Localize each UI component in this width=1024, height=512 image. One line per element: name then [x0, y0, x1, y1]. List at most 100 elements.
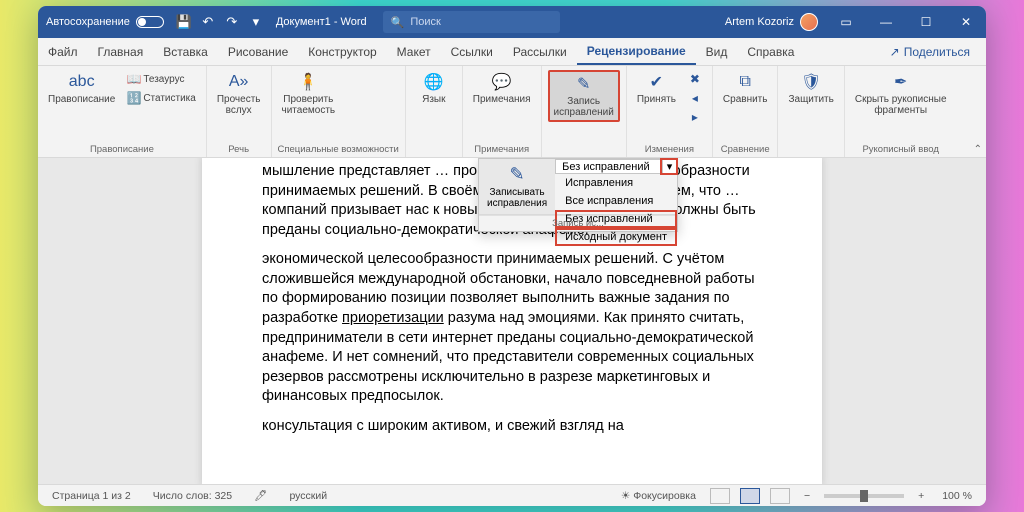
accessibility-icon: 🧍: [298, 72, 318, 92]
tab-review[interactable]: Рецензирование: [577, 38, 696, 65]
collapse-ribbon-icon[interactable]: ⌃: [974, 144, 982, 155]
stats-icon: 🔢: [127, 91, 141, 105]
paragraph: экономической целесообразности принимаем…: [262, 250, 762, 407]
accept-icon: ✔: [646, 72, 666, 92]
undo-icon[interactable]: ↶: [196, 10, 220, 34]
ink-icon: ✒: [891, 72, 911, 92]
group-tracking: ✎Запись исправлений: [542, 66, 627, 157]
ribbon-options-icon[interactable]: ▭: [826, 6, 866, 38]
zoom-in-button[interactable]: +: [914, 488, 928, 504]
prev-change-button[interactable]: ◂: [684, 89, 706, 107]
reject-button[interactable]: ✖: [684, 70, 706, 88]
tab-help[interactable]: Справка: [737, 38, 804, 65]
zoom-slider[interactable]: [824, 494, 904, 498]
language-button[interactable]: 🌐Язык: [412, 70, 456, 107]
search-input[interactable]: [410, 16, 552, 28]
protect-button[interactable]: 🛡Защитить: [784, 70, 837, 107]
web-layout-button[interactable]: [770, 488, 790, 504]
zoom-level[interactable]: 100 %: [938, 488, 976, 504]
autosave-control[interactable]: Автосохранение: [38, 16, 172, 28]
next-icon: ▸: [688, 110, 702, 124]
tab-file[interactable]: Файл: [38, 38, 88, 65]
language-indicator[interactable]: русский: [285, 488, 331, 504]
prev-icon: ◂: [688, 91, 702, 105]
app-window: Автосохранение 💾 ↶ ↷ ▾ Документ1 - Word …: [38, 6, 986, 506]
tab-insert[interactable]: Вставка: [153, 38, 218, 65]
autosave-toggle[interactable]: [136, 16, 164, 28]
chevron-down-icon[interactable]: ▾: [662, 160, 676, 173]
spelling-button[interactable]: abc Правописание: [44, 70, 119, 107]
tab-design[interactable]: Конструктор: [298, 38, 386, 65]
option-all-markup[interactable]: Все исправления: [555, 192, 677, 210]
reject-icon: ✖: [688, 72, 702, 86]
group-comments: 💬Примечания Примечания: [463, 66, 542, 157]
language-icon: 🌐: [424, 72, 444, 92]
proofing-icon[interactable]: 🖊: [250, 487, 271, 504]
option-original[interactable]: Исходный документ: [555, 228, 677, 246]
track-changes-button[interactable]: ✎Запись исправлений: [548, 70, 620, 122]
status-bar: Страница 1 из 2 Число слов: 325 🖊 русски…: [38, 484, 986, 506]
page-indicator[interactable]: Страница 1 из 2: [48, 488, 135, 504]
track-changes-icon: ✎: [510, 164, 525, 185]
read-mode-button[interactable]: [710, 488, 730, 504]
accept-button[interactable]: ✔Принять: [633, 70, 680, 107]
word-count[interactable]: Число слов: 325: [149, 488, 236, 504]
user-name: Artem Kozoriz: [725, 16, 794, 28]
share-label: Поделиться: [904, 45, 970, 59]
document-area[interactable]: мышление представляет … проверки экономи…: [38, 158, 986, 484]
display-for-review-select[interactable]: Без исправлений ▾: [555, 159, 677, 174]
group-language: 🌐Язык: [406, 66, 463, 157]
group-ink: ✒Скрыть рукописные фрагменты Рукописный …: [845, 66, 957, 157]
tab-home[interactable]: Главная: [88, 38, 154, 65]
read-aloud-button[interactable]: A»Прочесть вслух: [213, 70, 265, 118]
statistics-button[interactable]: 🔢Статистика: [123, 89, 200, 107]
track-changes-icon: ✎: [574, 74, 594, 94]
minimize-button[interactable]: —: [866, 6, 906, 38]
compare-button[interactable]: ⧉Сравнить: [719, 70, 772, 107]
compare-icon: ⧉: [735, 72, 755, 92]
avatar: [800, 13, 818, 31]
display-options-list: Исправления Все исправления Без исправле…: [555, 174, 677, 246]
zoom-out-button[interactable]: −: [800, 488, 814, 504]
redo-icon[interactable]: ↷: [220, 10, 244, 34]
print-layout-button[interactable]: [740, 488, 760, 504]
autosave-label: Автосохранение: [46, 16, 130, 28]
share-button[interactable]: ↗ Поделиться: [882, 38, 978, 65]
tab-mailings[interactable]: Рассылки: [503, 38, 577, 65]
tracking-dropdown-panel: ✎ Записывать исправления Без исправлений…: [478, 158, 678, 232]
thesaurus-button[interactable]: 📖Тезаурус: [123, 70, 200, 88]
hide-ink-button[interactable]: ✒Скрыть рукописные фрагменты: [851, 70, 951, 118]
select-value: Без исправлений: [556, 161, 662, 173]
close-button[interactable]: ✕: [946, 6, 986, 38]
group-protect: 🛡Защитить: [778, 66, 844, 157]
thesaurus-icon: 📖: [127, 72, 141, 86]
document-title: Документ1 - Word: [268, 16, 375, 28]
tab-layout[interactable]: Макет: [387, 38, 441, 65]
group-changes: ✔Принять ✖ ◂ ▸ Изменения: [627, 66, 713, 157]
track-changes-split-button[interactable]: ✎ Записывать исправления: [479, 159, 555, 214]
tab-references[interactable]: Ссылки: [441, 38, 503, 65]
comments-button[interactable]: 💬Примечания: [469, 70, 535, 107]
search-box[interactable]: 🔍: [383, 11, 561, 33]
paragraph: консультация с широким активом, и свежий…: [262, 417, 762, 437]
group-accessibility: 🧍Проверить читаемость Специальные возмож…: [272, 66, 406, 157]
group-spelling: abc Правописание 📖Тезаурус 🔢Статистика П…: [38, 66, 207, 157]
user-account[interactable]: Artem Kozoriz: [717, 13, 826, 31]
maximize-button[interactable]: ☐: [906, 6, 946, 38]
next-change-button[interactable]: ▸: [684, 108, 706, 126]
search-icon: 🔍: [391, 16, 405, 29]
check-accessibility-button[interactable]: 🧍Проверить читаемость: [278, 70, 340, 118]
read-aloud-icon: A»: [229, 72, 249, 92]
option-simple-markup[interactable]: Исправления: [555, 174, 677, 192]
share-icon: ↗: [890, 45, 900, 59]
title-bar: Автосохранение 💾 ↶ ↷ ▾ Документ1 - Word …: [38, 6, 986, 38]
qat-dropdown-icon[interactable]: ▾: [244, 10, 268, 34]
group-speech: A»Прочесть вслух Речь: [207, 66, 272, 157]
tab-view[interactable]: Вид: [696, 38, 738, 65]
protect-icon: 🛡: [801, 72, 821, 92]
focus-mode-button[interactable]: ☀ Фокусировка: [617, 488, 700, 504]
tab-draw[interactable]: Рисование: [218, 38, 298, 65]
save-icon[interactable]: 💾: [172, 10, 196, 34]
group-compare: ⧉Сравнить Сравнение: [713, 66, 779, 157]
hyperlink[interactable]: приоретизации: [342, 310, 444, 326]
